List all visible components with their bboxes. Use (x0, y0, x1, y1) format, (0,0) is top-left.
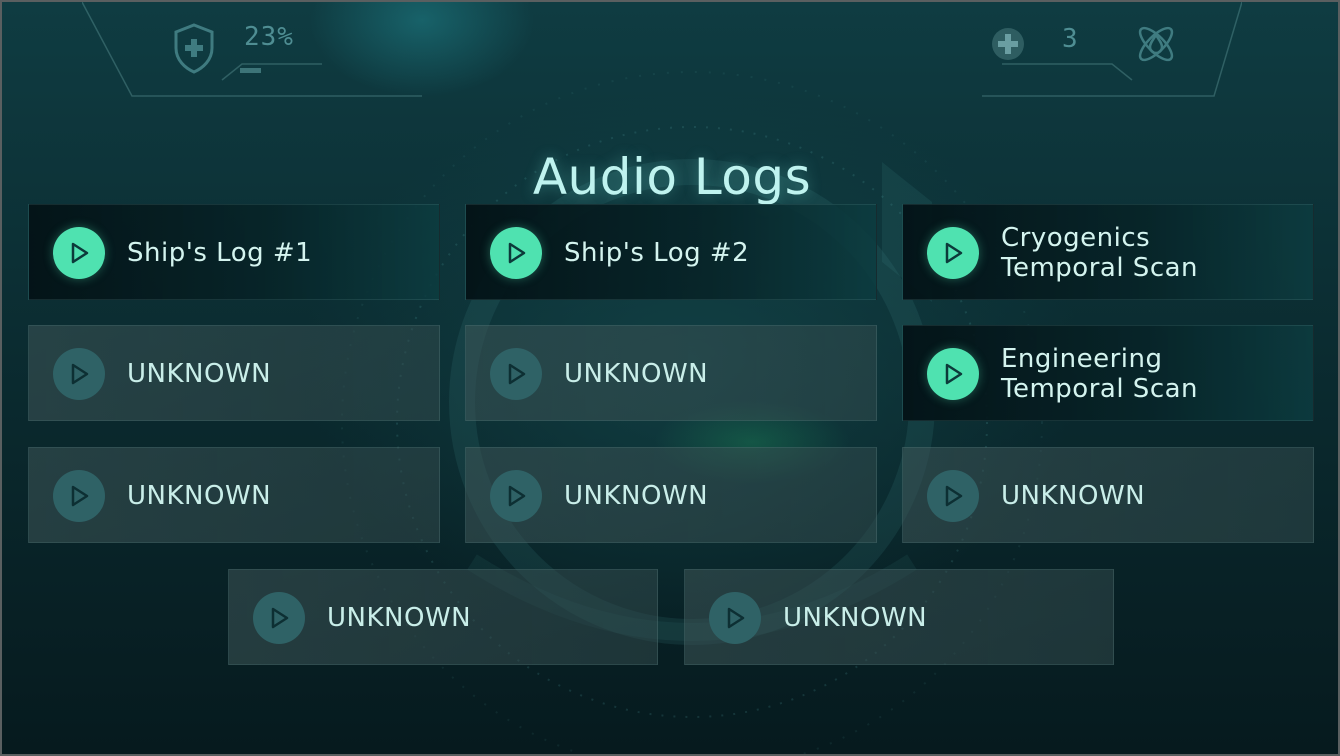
play-icon[interactable] (927, 348, 979, 400)
audio-log-card-2[interactable]: Ship's Log #2 (465, 204, 877, 300)
play-icon[interactable] (490, 470, 542, 522)
audio-log-card-4[interactable]: UNKNOWN (28, 325, 440, 421)
play-icon[interactable] (490, 227, 542, 279)
play-icon[interactable] (709, 592, 761, 644)
play-icon[interactable] (927, 470, 979, 522)
audio-log-grid: Ship's Log #1 Ship's Log #2 Cryogenics Tem… (2, 2, 1338, 754)
audio-log-card-5[interactable]: UNKNOWN (465, 325, 877, 421)
play-icon[interactable] (490, 348, 542, 400)
audio-log-label: Ship's Log #2 (564, 238, 750, 268)
audio-logs-screen: 23% 3 Audio Logs Ship's Log #1 Ship's Log… (0, 0, 1340, 756)
audio-log-card-9[interactable]: UNKNOWN (902, 447, 1314, 543)
audio-log-card-3[interactable]: Cryogenics Temporal Scan (902, 204, 1314, 300)
play-icon[interactable] (927, 227, 979, 279)
play-icon[interactable] (253, 592, 305, 644)
audio-log-label: UNKNOWN (127, 481, 272, 511)
audio-log-card-8[interactable]: UNKNOWN (465, 447, 877, 543)
audio-log-label: UNKNOWN (327, 603, 472, 633)
audio-log-card-1[interactable]: Ship's Log #1 (28, 204, 440, 300)
audio-log-label: Engineering Temporal Scan (1001, 344, 1199, 404)
audio-log-label: Cryogenics Temporal Scan (1001, 223, 1199, 283)
audio-log-label: UNKNOWN (783, 603, 928, 633)
audio-log-label: UNKNOWN (564, 359, 709, 389)
audio-log-label: UNKNOWN (127, 359, 272, 389)
audio-log-label: UNKNOWN (1001, 481, 1146, 511)
play-icon[interactable] (53, 470, 105, 522)
audio-log-card-6[interactable]: Engineering Temporal Scan (902, 325, 1314, 421)
audio-log-label: UNKNOWN (564, 481, 709, 511)
play-icon[interactable] (53, 348, 105, 400)
audio-log-card-11[interactable]: UNKNOWN (684, 569, 1114, 665)
audio-log-card-10[interactable]: UNKNOWN (228, 569, 658, 665)
audio-log-label: Ship's Log #1 (127, 238, 313, 268)
play-icon[interactable] (53, 227, 105, 279)
audio-log-card-7[interactable]: UNKNOWN (28, 447, 440, 543)
